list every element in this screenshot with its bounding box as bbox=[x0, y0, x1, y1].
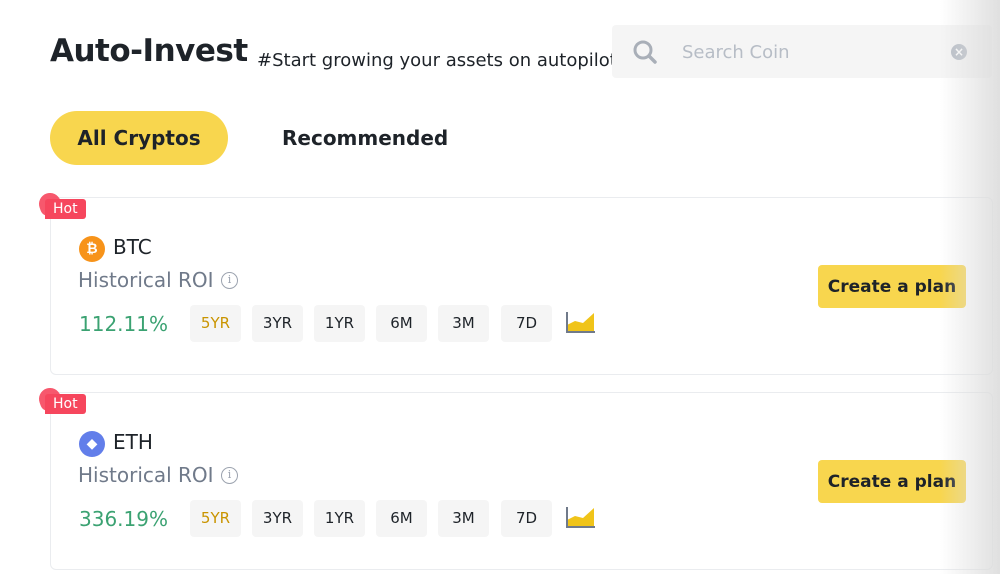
period-3m[interactable]: 3M bbox=[438, 500, 489, 537]
eth-coin-icon: ◆ bbox=[79, 431, 105, 457]
btc-coin-icon: ₿ bbox=[79, 236, 105, 262]
coin-name: ETH bbox=[113, 430, 153, 454]
period-7d[interactable]: 7D bbox=[501, 500, 552, 537]
chart-icon[interactable] bbox=[565, 310, 596, 334]
hot-badge: Hot bbox=[35, 384, 89, 415]
create-plan-button[interactable]: Create a plan bbox=[818, 265, 966, 308]
info-icon[interactable]: i bbox=[221, 467, 238, 484]
period-1yr[interactable]: 1YR bbox=[314, 500, 365, 537]
period-3yr[interactable]: 3YR bbox=[252, 305, 303, 342]
roi-label: Historical ROI bbox=[78, 268, 214, 292]
hot-tag: Hot bbox=[45, 199, 86, 219]
hot-tag: Hot bbox=[45, 394, 86, 414]
create-plan-button[interactable]: Create a plan bbox=[818, 460, 966, 503]
period-7d[interactable]: 7D bbox=[501, 305, 552, 342]
period-3m[interactable]: 3M bbox=[438, 305, 489, 342]
search-box[interactable]: × bbox=[612, 25, 992, 78]
coin-card-btc: Hot ₿ BTC Historical ROI i 112.11% 5YR 3… bbox=[35, 189, 993, 375]
info-icon[interactable]: i bbox=[221, 272, 238, 289]
period-5yr[interactable]: 5YR bbox=[190, 500, 241, 537]
roi-label: Historical ROI bbox=[78, 463, 214, 487]
search-icon bbox=[633, 40, 657, 64]
period-6m[interactable]: 6M bbox=[376, 305, 427, 342]
tab-all-cryptos[interactable]: All Cryptos bbox=[50, 111, 228, 165]
period-6m[interactable]: 6M bbox=[376, 500, 427, 537]
roi-value: 336.19% bbox=[79, 507, 168, 531]
coin-name: BTC bbox=[113, 235, 152, 259]
tab-recommended[interactable]: Recommended bbox=[282, 111, 448, 165]
chart-icon[interactable] bbox=[565, 505, 596, 529]
search-input[interactable] bbox=[682, 37, 932, 67]
period-5yr[interactable]: 5YR bbox=[190, 305, 241, 342]
page-title: Auto-Invest bbox=[50, 33, 248, 69]
page-tagline: #Start growing your assets on autopilot bbox=[257, 50, 617, 71]
period-1yr[interactable]: 1YR bbox=[314, 305, 365, 342]
period-3yr[interactable]: 3YR bbox=[252, 500, 303, 537]
clear-icon[interactable]: × bbox=[951, 44, 967, 60]
hot-badge: Hot bbox=[35, 189, 89, 220]
coin-card-eth: Hot ◆ ETH Historical ROI i 336.19% 5YR 3… bbox=[35, 384, 993, 570]
roi-value: 112.11% bbox=[79, 312, 168, 336]
